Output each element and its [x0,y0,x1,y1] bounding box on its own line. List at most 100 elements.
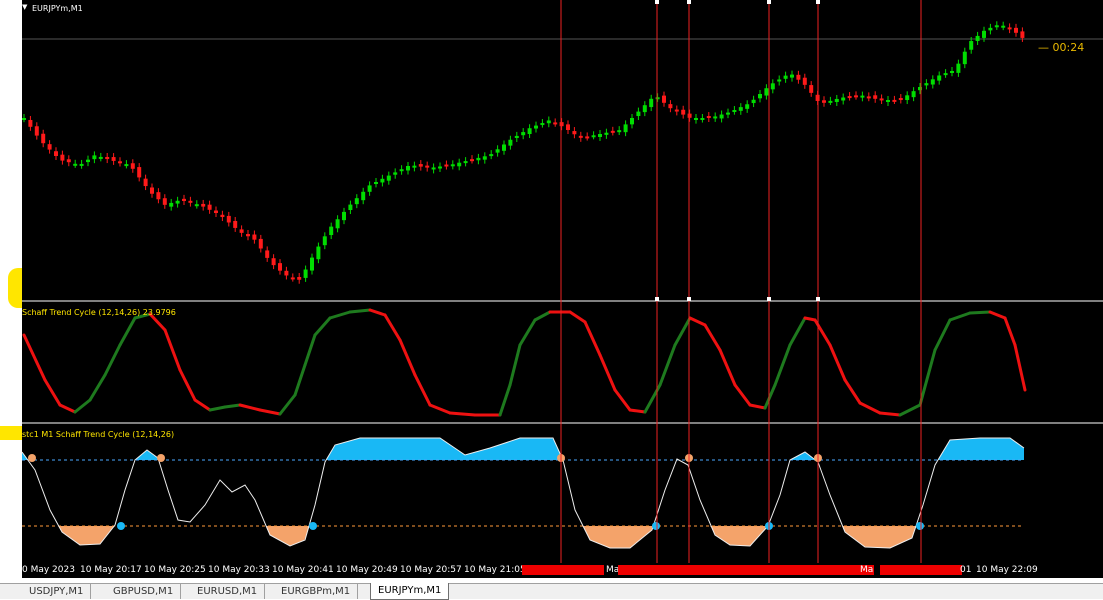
candle [214,210,218,213]
candle [790,74,794,78]
candle [898,98,903,101]
candle [1007,27,1012,30]
candle [988,27,993,31]
candle [572,131,577,135]
candle [66,159,71,163]
candle [1014,27,1018,33]
candle [636,111,641,117]
candle [623,124,628,133]
event-marker-top [767,0,771,4]
candle [873,95,878,99]
window-handle[interactable] [8,268,22,308]
candle [604,132,609,135]
candle [962,51,967,65]
candle [937,75,942,81]
symbol-tabs: USDJPY,M1 GBPUSD,M1 EURUSD,M1 EURGBPm,M1… [0,583,1103,600]
candle [220,214,225,218]
candle [258,238,263,249]
candle [758,94,762,99]
stc1-indicator-title: stc1 M1 Schaff Trend Cycle (12,14,26) [22,430,175,439]
candle [975,35,980,42]
stc-line-segment [878,411,902,417]
candle [367,185,372,192]
candle [668,104,673,109]
candle [700,118,705,120]
candle [130,163,135,169]
candle [847,96,852,99]
candle [169,202,174,207]
candle [694,118,698,120]
candle [540,123,545,126]
candle [598,134,602,137]
candle [188,200,193,203]
candle [92,155,97,160]
chart-canvas[interactable] [0,0,1103,563]
candle [751,99,756,104]
candle [854,95,858,98]
triangle-down-icon[interactable]: ▼ [22,3,27,11]
candle [431,167,436,170]
candle [297,277,302,280]
candle [233,220,238,228]
candle [630,118,634,125]
candle [348,204,353,211]
tab-eurusd[interactable]: EURUSD,M1 [190,584,266,599]
candle [239,229,244,233]
buy-signal-dot [309,522,317,530]
candle [489,154,494,157]
candle [770,83,775,90]
candle [28,119,33,127]
stc-line-segment [448,411,477,417]
candle [386,175,391,181]
time-label: 10 May 20:17 [80,565,142,575]
timer-value: 00:24 [1052,41,1085,54]
candle [892,99,897,102]
candle [444,164,449,167]
candle [34,126,39,136]
candle [764,88,769,96]
candle [137,167,142,178]
candle [156,192,161,200]
event-marker-bottom [687,297,691,301]
symbol-title: EURJPYm,M1 [32,4,83,13]
candle [866,96,871,99]
candle [950,71,954,73]
event-marker-top [816,0,820,4]
candle [802,77,807,85]
time-label: 10 May 22:09 [976,565,1038,575]
candle [1020,31,1025,38]
candle [374,182,378,184]
candle [649,98,654,108]
candle [617,130,622,133]
candle [879,98,884,101]
candle [719,114,724,119]
candle [655,97,660,100]
stc-line-segment [348,308,372,314]
time-label: 10 May 20:25 [144,565,206,575]
tab-gbpusd[interactable]: GBPUSD,M1 [106,584,182,599]
candle [982,30,986,38]
candle [322,236,327,246]
event-marker-bottom [767,297,771,301]
tab-eurjpym[interactable]: EURJPYm,M1 [370,583,450,600]
candle [559,122,564,127]
candle [860,95,865,98]
candle [585,136,590,139]
candle [732,110,737,113]
event-marker-bottom [816,297,820,301]
candle [226,215,231,223]
candle [578,135,583,138]
bar-timer: — 00:24 [1038,41,1085,54]
tab-usdjpy[interactable]: USDJPY,M1 [22,584,92,599]
highlighted-time-label: 2023.05.10 22:02 [880,565,963,575]
candle [418,164,423,167]
candle [246,234,250,237]
candle [425,165,430,168]
candle [495,149,500,153]
candle [124,164,129,167]
candle [310,257,314,271]
stc-line-segment [223,403,242,409]
candle [265,250,270,258]
candle [194,204,199,207]
tab-eurgbpm[interactable]: EURGBPm,M1 [274,584,359,599]
